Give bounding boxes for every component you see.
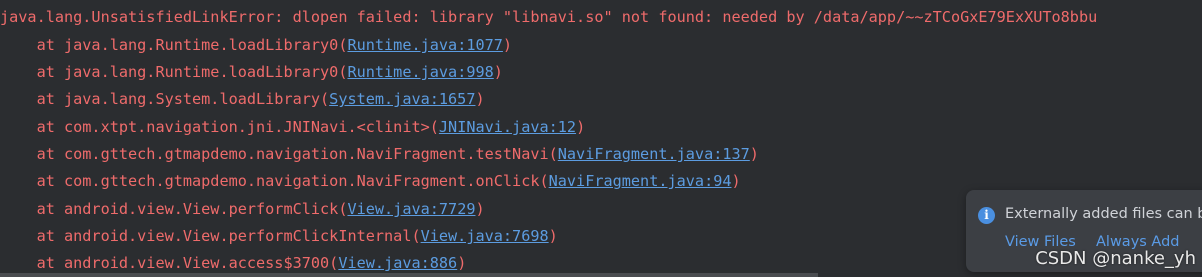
stack-line: at android.view.View.performClickInterna… xyxy=(0,223,558,250)
source-link[interactable]: Runtime.java:1077 xyxy=(347,36,502,54)
line-suffix: ) xyxy=(548,227,558,245)
line-suffix: ) xyxy=(493,63,503,81)
line-text: java.lang.UnsatisfiedLinkError: dlopen f… xyxy=(0,8,1098,26)
line-text: at com.xtpt.navigation.jni.JNINavi.<clin… xyxy=(0,118,439,136)
line-text: at com.gttech.gtmapdemo.navigation.NaviF… xyxy=(0,172,549,190)
line-suffix: ) xyxy=(749,145,759,163)
line-suffix: ) xyxy=(475,90,485,108)
line-text: at java.lang.Runtime.loadLibrary0( xyxy=(0,36,348,54)
stack-line: at java.lang.System.loadLibrary(System.j… xyxy=(0,86,485,113)
source-link[interactable]: NaviFragment.java:94 xyxy=(549,172,732,190)
stack-line: at com.gttech.gtmapdemo.navigation.NaviF… xyxy=(0,141,759,168)
source-link[interactable]: JNINavi.java:12 xyxy=(439,118,576,136)
line-text: at java.lang.System.loadLibrary( xyxy=(0,90,330,108)
stack-line: at java.lang.Runtime.loadLibrary0(Runtim… xyxy=(0,59,503,86)
watermark: CSDN @nanke_yh xyxy=(1035,248,1196,269)
stack-line: at java.lang.Runtime.loadLibrary0(Runtim… xyxy=(0,32,513,59)
source-link[interactable]: View.java:7729 xyxy=(347,200,475,218)
stack-line: at com.gttech.gtmapdemo.navigation.NaviF… xyxy=(0,168,741,195)
line-suffix: ) xyxy=(457,254,467,272)
source-link[interactable]: NaviFragment.java:137 xyxy=(558,145,750,163)
line-suffix: ) xyxy=(576,118,586,136)
line-suffix: ) xyxy=(475,200,485,218)
line-text: at java.lang.Runtime.loadLibrary0( xyxy=(0,63,348,81)
line-text: at android.view.View.performClick( xyxy=(0,200,348,218)
line-text: at android.view.View.access$3700( xyxy=(0,254,339,272)
line-suffix: ) xyxy=(731,172,741,190)
stack-line: at android.view.View.performClick(View.j… xyxy=(0,196,485,223)
notification-message: Externally added files can b xyxy=(1005,206,1202,222)
line-suffix: ) xyxy=(502,36,513,54)
source-link[interactable]: View.java:7698 xyxy=(421,227,549,245)
error-line: java.lang.UnsatisfiedLinkError: dlopen f… xyxy=(0,4,1097,31)
line-text: at com.gttech.gtmapdemo.navigation.NaviF… xyxy=(0,145,558,163)
source-link[interactable]: View.java:886 xyxy=(338,254,457,272)
info-icon: i xyxy=(978,207,995,224)
horizontal-scrollbar[interactable] xyxy=(0,273,818,277)
source-link[interactable]: System.java:1657 xyxy=(329,90,475,108)
stack-line: at com.xtpt.navigation.jni.JNINavi.<clin… xyxy=(0,114,586,141)
line-text: at android.view.View.performClickInterna… xyxy=(0,227,421,245)
source-link[interactable]: Runtime.java:998 xyxy=(347,63,493,81)
